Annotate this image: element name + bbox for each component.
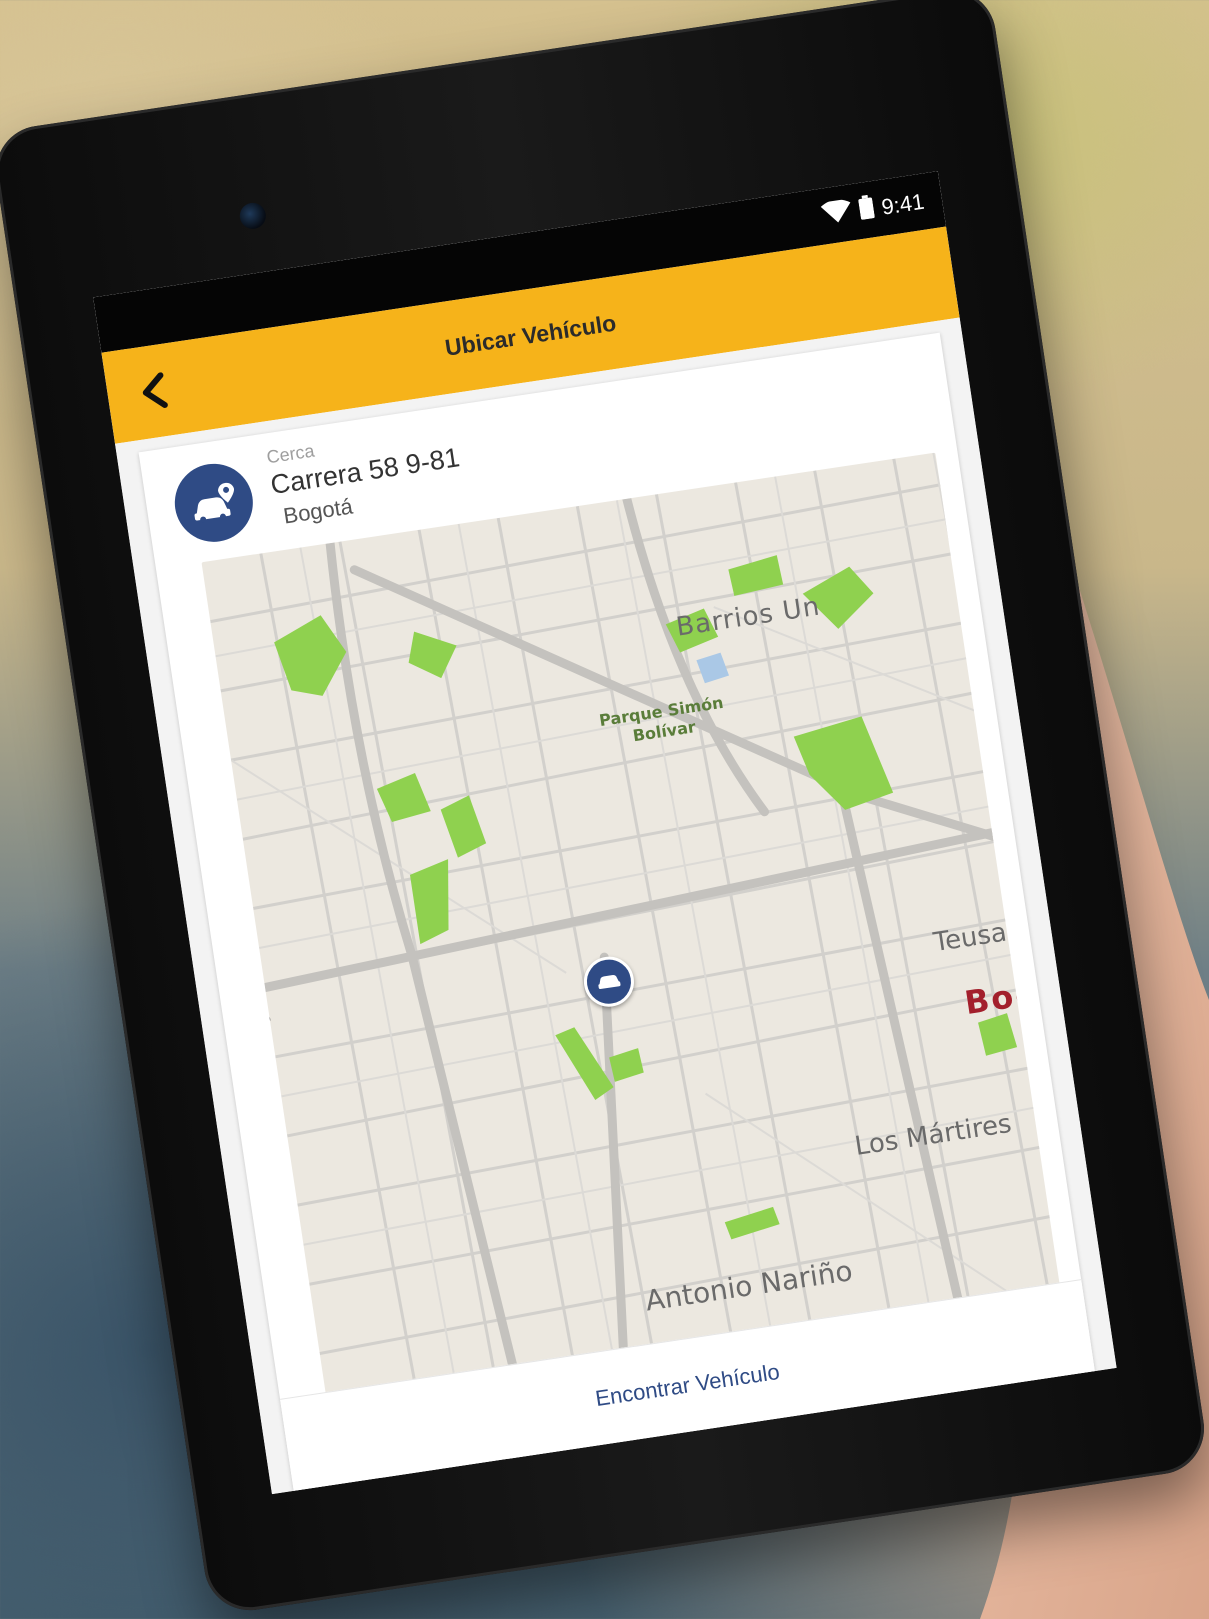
back-arrow-icon xyxy=(142,372,168,408)
main-content: Cerca Carrera 58 9-81 Bogotá Barrios Un … xyxy=(115,317,1117,1495)
wifi-icon xyxy=(820,198,854,230)
car-location-icon xyxy=(169,458,259,548)
page-title: Ubicar Vehículo xyxy=(443,309,618,361)
app-screen: 9:41 Ubicar Vehículo Cerca Carrera 58 9-… xyxy=(93,171,1117,1495)
back-button[interactable] xyxy=(122,360,186,424)
battery-icon xyxy=(858,194,876,226)
location-card: Cerca Carrera 58 9-81 Bogotá Barrios Un … xyxy=(138,332,1095,1491)
status-time: 9:41 xyxy=(879,188,926,220)
phone-device: 9:41 Ubicar Vehículo Cerca Carrera 58 9-… xyxy=(0,0,1209,1617)
car-icon xyxy=(598,975,621,990)
location-text: Cerca Carrera 58 9-81 Bogotá xyxy=(265,419,466,530)
map-view[interactable]: Barrios Un Parque Simón Bolívar Teusa Bo… xyxy=(201,452,1061,1403)
find-vehicle-label: Encontrar Vehículo xyxy=(593,1358,782,1412)
